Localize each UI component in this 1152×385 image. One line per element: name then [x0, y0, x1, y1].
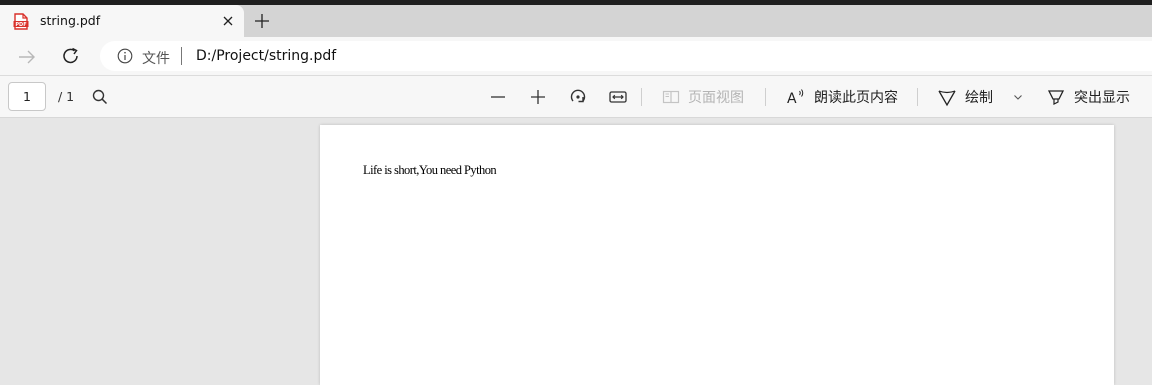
document-text: Life is short,You need Python [363, 163, 497, 177]
address-bar: 文件 D:/Project/string.pdf [0, 37, 1152, 76]
toolbar-divider [765, 88, 766, 106]
url-text[interactable]: D:/Project/string.pdf [196, 48, 336, 64]
highlight-button[interactable]: 突出显示 [1046, 86, 1130, 108]
draw-pen-icon [937, 87, 957, 107]
draw-label: 绘制 [965, 90, 993, 106]
highlight-label: 突出显示 [1074, 90, 1130, 106]
page-number-input[interactable]: 1 [8, 82, 46, 111]
svg-text:A: A [787, 91, 797, 107]
zoom-in-icon[interactable] [528, 86, 548, 108]
tab-strip: PDF string.pdf [0, 5, 1152, 37]
new-tab-icon[interactable] [250, 9, 274, 33]
read-aloud-label: 朗读此页内容 [814, 90, 898, 106]
svg-text:PDF: PDF [15, 22, 26, 28]
close-tab-icon[interactable] [218, 11, 238, 31]
pdf-page[interactable]: Life is short,You need Python [320, 125, 1114, 385]
fit-to-width-icon[interactable] [608, 86, 628, 108]
page-total: / 1 [58, 89, 75, 104]
draw-options-dropdown[interactable] [1012, 86, 1024, 108]
info-icon[interactable] [117, 48, 133, 64]
rotate-icon[interactable] [567, 86, 589, 108]
pdf-file-icon: PDF [13, 13, 29, 30]
file-scheme-label: 文件 [142, 51, 170, 67]
tab-title: string.pdf [40, 13, 101, 28]
tab-string-pdf[interactable]: PDF string.pdf [0, 5, 244, 37]
divider [181, 47, 182, 65]
draw-button[interactable]: 绘制 [937, 86, 993, 108]
search-icon[interactable] [91, 88, 109, 106]
forward-arrow-icon[interactable] [16, 46, 38, 68]
toolbar-divider [641, 88, 642, 106]
refresh-icon[interactable] [60, 45, 82, 67]
read-aloud-button[interactable]: A 朗读此页内容 [786, 86, 898, 108]
read-aloud-icon: A [786, 87, 806, 107]
page-view-icon [662, 88, 680, 106]
highlighter-icon [1046, 87, 1066, 107]
pdf-toolbar: 1 / 1 页面视图 A 朗读此页内容 绘制 突出显示 [0, 76, 1152, 118]
page-view-button[interactable]: 页面视图 [662, 86, 744, 108]
pdf-viewer-area[interactable]: Life is short,You need Python [0, 118, 1152, 385]
page-view-label: 页面视图 [688, 90, 744, 106]
url-field[interactable]: 文件 D:/Project/string.pdf [100, 41, 1152, 71]
zoom-out-icon[interactable] [488, 86, 508, 108]
toolbar-divider [917, 88, 918, 106]
